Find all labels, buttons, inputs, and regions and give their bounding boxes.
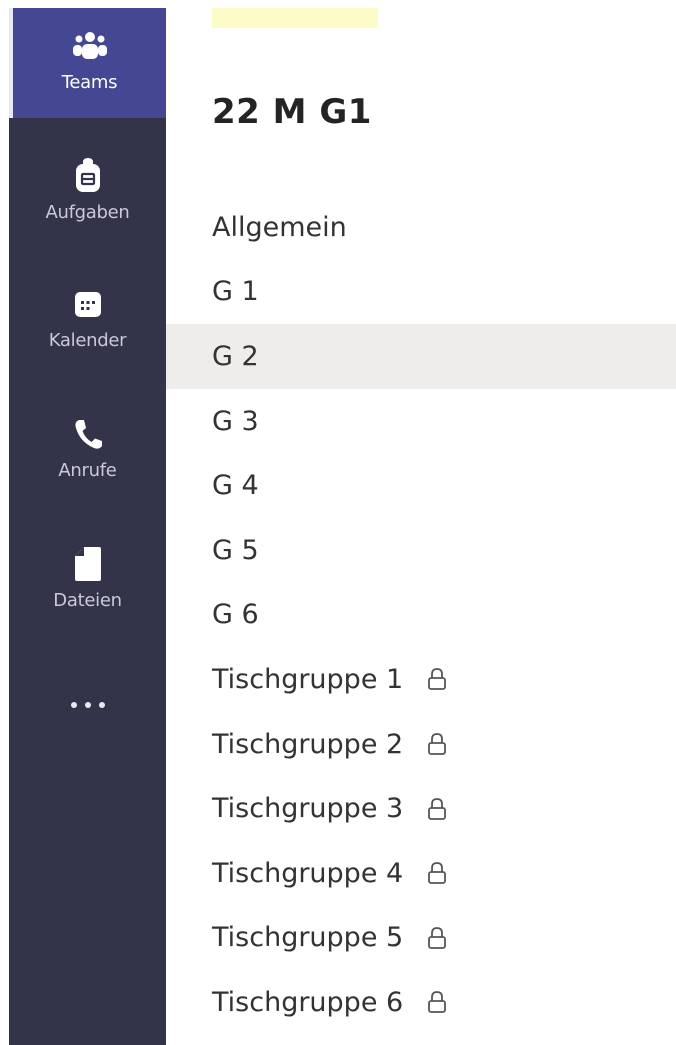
channel-list: Allgemein G 1 G 2 G 3 G 4 G 5 G 6 Tischg… bbox=[166, 195, 676, 1035]
highlight-tab bbox=[212, 8, 378, 28]
channel-item-g3[interactable]: G 3 bbox=[166, 389, 676, 454]
lock-icon bbox=[427, 732, 447, 756]
channel-label: G 3 bbox=[212, 405, 259, 437]
rail-item-label: Dateien bbox=[53, 590, 122, 611]
channel-item-tischgruppe-6[interactable]: Tischgruppe 6 bbox=[166, 970, 676, 1035]
rail-item-aufgaben[interactable]: Aufgaben bbox=[9, 138, 166, 248]
team-title: 22 M G1 bbox=[212, 92, 372, 132]
channel-item-tischgruppe-2[interactable]: Tischgruppe 2 bbox=[166, 712, 676, 777]
file-icon bbox=[68, 546, 108, 582]
lock-icon bbox=[427, 861, 447, 885]
channel-item-g6[interactable]: G 6 bbox=[166, 583, 676, 648]
teams-app: Teams Aufgaben Kalender Anrufe Dateien 2… bbox=[0, 0, 676, 1045]
channel-item-tischgruppe-5[interactable]: Tischgruppe 5 bbox=[166, 906, 676, 971]
rail-item-label: Kalender bbox=[48, 330, 127, 351]
channel-item-tischgruppe-3[interactable]: Tischgruppe 3 bbox=[166, 776, 676, 841]
channel-label: Tischgruppe 5 bbox=[212, 922, 404, 954]
channel-label: Allgemein bbox=[212, 211, 347, 243]
rail-item-label: Aufgaben bbox=[45, 202, 130, 223]
rail-item-label: Teams bbox=[61, 72, 118, 93]
teams-icon bbox=[70, 28, 110, 64]
channel-label: G 6 bbox=[212, 599, 259, 631]
lock-icon bbox=[427, 990, 447, 1014]
app-rail: Teams Aufgaben Kalender Anrufe Dateien bbox=[9, 8, 166, 1045]
channel-label: G 1 bbox=[212, 276, 259, 308]
channel-label: Tischgruppe 4 bbox=[212, 857, 404, 889]
rail-item-dateien[interactable]: Dateien bbox=[9, 526, 166, 636]
channel-item-g5[interactable]: G 5 bbox=[166, 518, 676, 583]
lock-icon bbox=[427, 926, 447, 950]
channel-item-g2[interactable]: G 2 bbox=[166, 324, 676, 389]
calendar-icon bbox=[68, 286, 108, 322]
channel-item-allgemein[interactable]: Allgemein bbox=[166, 195, 676, 260]
more-icon bbox=[70, 702, 77, 708]
channel-item-g1[interactable]: G 1 bbox=[166, 260, 676, 325]
channel-item-tischgruppe-1[interactable]: Tischgruppe 1 bbox=[166, 647, 676, 712]
more-icon-dot bbox=[98, 702, 105, 708]
rail-item-teams[interactable]: Teams bbox=[9, 8, 166, 118]
more-apps-button[interactable] bbox=[9, 680, 166, 730]
channel-label: G 4 bbox=[212, 470, 259, 502]
lock-icon bbox=[427, 667, 447, 691]
phone-icon bbox=[68, 416, 108, 452]
lock-icon bbox=[427, 797, 447, 821]
more-icon-dot bbox=[84, 702, 91, 708]
rail-item-label: Anrufe bbox=[58, 460, 117, 481]
channel-item-g4[interactable]: G 4 bbox=[166, 453, 676, 518]
rail-item-kalender[interactable]: Kalender bbox=[9, 266, 166, 376]
channel-label: G 5 bbox=[212, 534, 259, 566]
channel-label: Tischgruppe 1 bbox=[212, 663, 404, 695]
channel-label: Tischgruppe 3 bbox=[212, 793, 404, 825]
rail-item-anrufe[interactable]: Anrufe bbox=[9, 396, 166, 506]
channel-label: G 2 bbox=[212, 340, 259, 372]
assignments-icon bbox=[68, 158, 108, 194]
channel-label: Tischgruppe 2 bbox=[212, 728, 404, 760]
channel-label: Tischgruppe 6 bbox=[212, 986, 404, 1018]
channel-item-tischgruppe-4[interactable]: Tischgruppe 4 bbox=[166, 841, 676, 906]
